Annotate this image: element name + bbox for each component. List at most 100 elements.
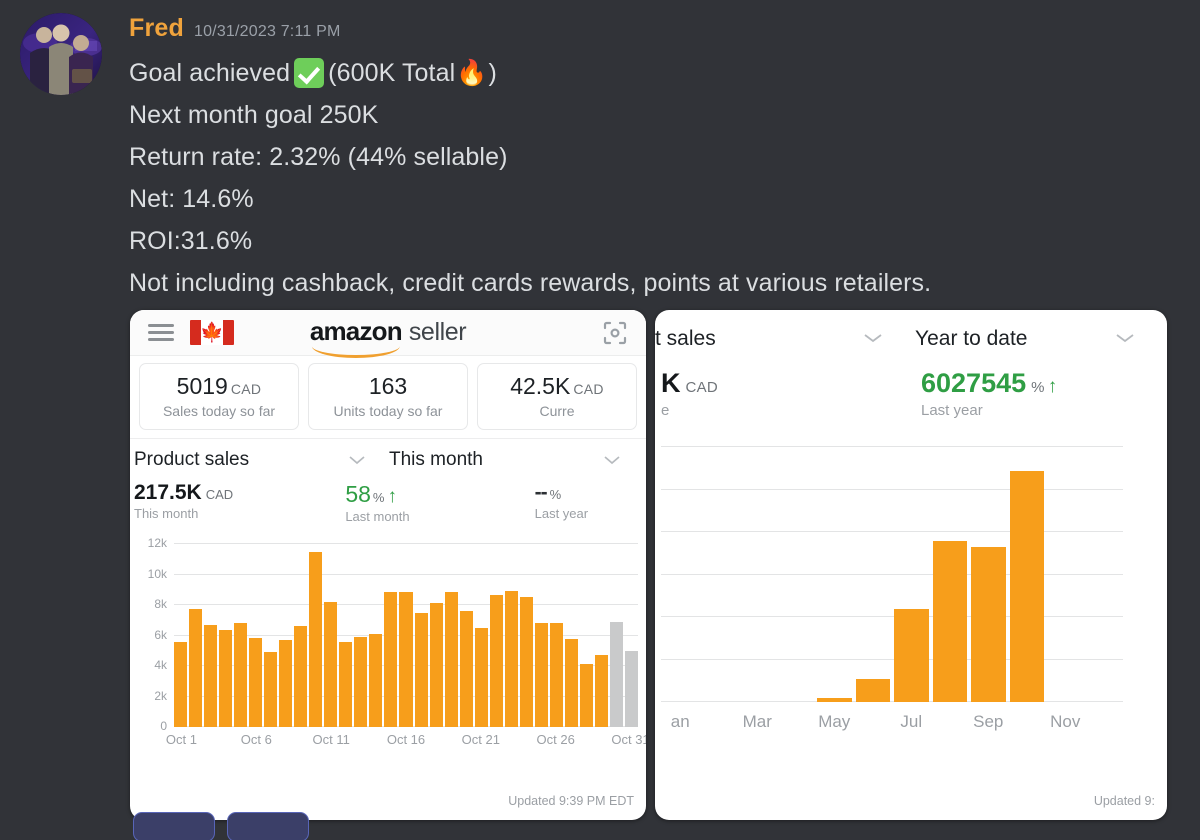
bar[interactable] [414, 613, 428, 727]
kpi-sublabel: e [661, 402, 670, 419]
x-axis-tick-label: Sep [973, 712, 1004, 731]
metric-value: 42.5K CAD [510, 373, 604, 399]
bar[interactable] [624, 650, 638, 727]
metric-label: Sales today so far [162, 403, 276, 419]
message-line-2: Next month goal 250K [129, 101, 379, 129]
kpi-sublabel: Last year [534, 506, 589, 521]
message-author[interactable]: Fred [129, 14, 184, 43]
bar-series [661, 447, 1123, 702]
metric-label: Curre [539, 403, 575, 419]
chart-plot-area: 0 2k 4k 6k 8k 10k 12k Oct 1 Oct 6 Oct 11 Oct 16 Oct… [148, 536, 646, 747]
message-line-1-mid: (600K Total [328, 59, 456, 87]
message-line-4: Net: 14.6% [129, 185, 254, 213]
bar[interactable] [324, 601, 338, 727]
bar[interactable] [489, 595, 503, 727]
bar[interactable] [429, 602, 443, 727]
amazon-seller-screenshot-right[interactable]: t sales Year to date K CAD e 6027545 % ↑… [655, 310, 1167, 820]
bar[interactable] [1009, 470, 1044, 702]
bar[interactable] [384, 592, 398, 727]
message-header: Fred 10/31/2023 7:11 PM [129, 14, 341, 43]
x-axis-tick-label: Oct 31 [611, 732, 646, 747]
message-line-1-prefix: Goal achieved [129, 59, 291, 87]
kpi-row-right: K CAD e 6027545% ↑ Last year [655, 368, 1167, 419]
chart-selectors: Product sales This month [130, 439, 646, 475]
avatar[interactable] [20, 13, 102, 95]
x-axis-tick-label: Jul [900, 712, 923, 731]
metric-value: 163 [368, 373, 408, 399]
bar[interactable] [369, 633, 383, 727]
message-timestamp: 10/31/2023 7:11 PM [193, 23, 341, 40]
kpi-sublabel: This month [134, 506, 199, 521]
kpi-value: 58% ↑ [345, 481, 397, 507]
bar[interactable] [294, 626, 308, 727]
kpi-unit: % [372, 490, 385, 505]
kpi-unit: % [549, 487, 562, 502]
bar[interactable] [534, 623, 548, 727]
bar[interactable] [189, 608, 203, 727]
bar[interactable] [817, 697, 852, 702]
kpi-last-month: 58% ↑ Last month [303, 481, 472, 524]
bar[interactable] [279, 640, 293, 727]
bar[interactable] [399, 592, 413, 727]
amazon-wordmark: amazon [310, 316, 403, 358]
kpi-row: 217.5K CAD This month 58% ↑ Last month --%… [130, 475, 646, 524]
amazon-seller-logo: amazon seller [310, 316, 467, 358]
bar[interactable] [549, 622, 563, 727]
kpi-last-year-right: 6027545% ↑ Last year [899, 368, 1151, 419]
kpi-value: 217.5K CAD [134, 481, 234, 504]
bar[interactable] [234, 622, 248, 727]
bar[interactable] [174, 641, 188, 727]
bar[interactable] [219, 630, 233, 727]
bar[interactable] [519, 597, 533, 727]
bar[interactable] [474, 627, 488, 727]
bar[interactable] [855, 678, 890, 702]
metric-card-current-balance[interactable]: 42.5K CAD Curre [477, 363, 637, 430]
metric-selector-right[interactable]: t sales [655, 327, 893, 351]
amazon-seller-screenshot-left[interactable]: 🍁 amazon seller 5019 CAD Sales today so … [130, 310, 646, 820]
kpi-value: K CAD [661, 368, 719, 398]
hamburger-menu-icon[interactable] [148, 320, 174, 345]
metric-selector[interactable]: Product sales [134, 449, 389, 471]
metric-card-units-today[interactable]: 163 Units today so far [308, 363, 468, 430]
bar[interactable] [339, 642, 353, 727]
updated-timestamp-right: Updated 9: [1093, 794, 1155, 808]
scan-viewfinder-icon[interactable] [602, 320, 628, 346]
period-selector[interactable]: This month [389, 449, 644, 471]
bar[interactable] [354, 637, 368, 727]
bar[interactable] [204, 624, 218, 727]
kpi-value: --% [534, 481, 562, 504]
message-line-1-suffix: ) [488, 59, 497, 87]
bar[interactable] [609, 621, 623, 727]
bar[interactable] [264, 652, 278, 727]
bar[interactable] [971, 546, 1006, 702]
reaction-pill-2[interactable] [227, 812, 309, 840]
kpi-sublabel: Last year [921, 402, 983, 419]
kpi-unit: CAD [685, 379, 719, 396]
period-selector-label: Year to date [915, 327, 1028, 350]
x-axis-tick-label: Nov [1050, 712, 1081, 731]
bar[interactable] [594, 654, 608, 727]
bar[interactable] [504, 590, 518, 727]
bar[interactable] [564, 639, 578, 727]
bar[interactable] [444, 592, 458, 727]
message-line-6: Not including cashback, credit cards rew… [129, 269, 932, 297]
x-axis-tick-label: Mar [742, 712, 772, 731]
year-to-date-bar-chart[interactable]: an Mar May Jul Sep Nov [655, 446, 1167, 747]
chat-message-screenshot: Fred 10/31/2023 7:11 PM Goal achieved (6… [0, 0, 1200, 840]
reaction-pill-1[interactable] [133, 812, 215, 840]
y-axis-tick-label: 0 [160, 719, 167, 733]
product-sales-bar-chart[interactable]: 0 2k 4k 6k 8k 10k 12k Oct 1 Oct 6 Oct 11 Oct 16 Oct… [130, 536, 646, 753]
period-selector-right[interactable]: Year to date [893, 327, 1145, 351]
canada-flag-icon[interactable]: 🍁 [190, 320, 234, 345]
y-axis-tick-label: 10k [147, 566, 167, 581]
metric-value: 5019 CAD [176, 373, 262, 399]
bar[interactable] [309, 552, 323, 727]
x-axis-tick-label: Oct 11 [312, 732, 350, 747]
bar[interactable] [579, 663, 593, 727]
metric-card-sales-today[interactable]: 5019 CAD Sales today so far [139, 363, 299, 430]
chart-selectors-right: t sales Year to date [655, 310, 1167, 368]
bar[interactable] [459, 611, 473, 727]
bar[interactable] [249, 637, 263, 727]
bar[interactable] [932, 540, 967, 702]
bar[interactable] [894, 608, 929, 702]
